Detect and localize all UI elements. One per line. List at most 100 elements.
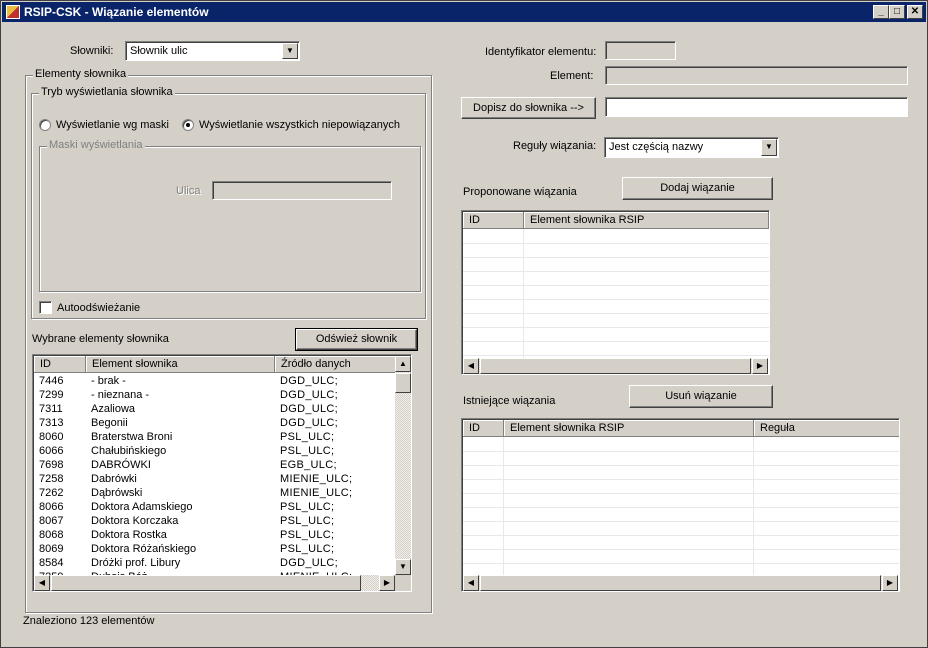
radio-mask-label[interactable]: Wyświetlanie wg maski [56, 119, 169, 131]
cell-id: 8060 [39, 431, 64, 443]
table-row[interactable]: 7311 Azaliowa DGD_ULC; [34, 402, 395, 416]
cell-element: Dąbrówski [91, 487, 143, 499]
masks-group: Maski wyświetlania [39, 139, 421, 292]
selected-elements-label: Wybrane elementy słownika [32, 333, 169, 345]
radio-all-label[interactable]: Wyświetlanie wszystkich niepowiązanych [199, 119, 400, 131]
cell-source: DGD_ULC; [280, 403, 339, 415]
column-header-id[interactable]: ID [463, 420, 504, 437]
cell-source: PSL_ULC; [280, 543, 335, 555]
scroll-right-icon[interactable]: ▶ [379, 575, 395, 591]
cell-source: EGB_ULC; [280, 459, 337, 471]
table-row[interactable]: 6066 Chałubińskiego PSL_ULC; [34, 444, 395, 458]
table-row[interactable]: 8060 Braterstwa Broni PSL_ULC; [34, 430, 395, 444]
proposed-hscroll-thumb[interactable] [480, 358, 751, 374]
append-to-dictionary-button[interactable]: Dopisz do słownika --> [461, 97, 596, 119]
street-label: Ulica [176, 185, 201, 197]
radio-mask[interactable] [39, 119, 51, 131]
cell-source: PSL_ULC; [280, 445, 335, 457]
column-header-rule[interactable]: Reguła [754, 420, 899, 437]
size-grip [395, 575, 411, 591]
table-row[interactable]: 7698 DABRÓWKI EGB_ULC; [34, 458, 395, 472]
cell-id: 7311 [39, 403, 63, 415]
table-row[interactable]: 8069 Doktora Różańskiego PSL_ULC; [34, 542, 395, 556]
scroll-down-icon[interactable]: ▼ [395, 559, 411, 575]
chevron-down-icon[interactable]: ▼ [282, 43, 298, 59]
add-binding-button[interactable]: Dodaj wiązanie [622, 177, 773, 200]
cell-source: DGD_ULC; [280, 389, 339, 401]
empty-row [463, 452, 899, 466]
cell-source: PSL_ULC; [280, 515, 335, 527]
existing-bindings-table[interactable]: ID Element słownika RSIP Reguła ◀ ▶ [461, 418, 900, 592]
table-row[interactable]: 8068 Doktora Rostka PSL_ULC; [34, 528, 395, 542]
empty-row [463, 550, 899, 564]
cell-id: 8069 [39, 543, 64, 555]
existing-hscroll-thumb[interactable] [480, 575, 881, 591]
empty-row [463, 508, 899, 522]
existing-hscroll[interactable]: ◀ ▶ [463, 575, 898, 591]
empty-row [463, 438, 899, 452]
cell-element: Dróżki prof. Libury [91, 557, 181, 569]
scroll-up-icon[interactable]: ▲ [395, 356, 411, 372]
refresh-dictionary-button[interactable]: Odśwież słownik [295, 328, 418, 351]
scroll-right-icon[interactable]: ▶ [752, 358, 768, 374]
table-row[interactable]: 7313 Begonii DGD_ULC; [34, 416, 395, 430]
minimize-button[interactable]: _ [873, 5, 889, 19]
table-row[interactable]: 7262 Dąbrówski MIENIE_ULC; [34, 486, 395, 500]
cell-element: - brak - [91, 375, 126, 387]
cell-element: Braterstwa Broni [91, 431, 173, 443]
column-header-rsip-element[interactable]: Element słownika RSIP [524, 212, 769, 229]
masks-group-title: Maski wyświetlania [47, 139, 145, 151]
dictionary-vscroll-thumb[interactable] [395, 373, 411, 393]
cell-element: Doktora Korczaka [91, 515, 179, 527]
street-input[interactable] [212, 181, 392, 200]
table-row[interactable]: 8584 Dróżki prof. Libury DGD_ULC; [34, 556, 395, 570]
proposed-hscroll[interactable]: ◀ ▶ [463, 358, 768, 374]
rules-select[interactable]: Jest częścią nazwy ▼ [604, 137, 779, 158]
remove-binding-button[interactable]: Usuń wiązanie [629, 385, 773, 408]
scroll-right-icon[interactable]: ▶ [882, 575, 898, 591]
column-divider [503, 437, 504, 575]
append-input[interactable] [605, 97, 908, 117]
cell-source: DGD_ULC; [280, 375, 339, 387]
column-header-element[interactable]: Element słownika [86, 356, 275, 373]
scroll-left-icon[interactable]: ◀ [463, 575, 479, 591]
cell-source: MIENIE_ULC; [280, 487, 353, 499]
chevron-down-icon[interactable]: ▼ [761, 139, 777, 156]
autorefresh-checkbox[interactable] [39, 301, 52, 314]
empty-row [463, 328, 769, 342]
empty-row [463, 466, 899, 480]
dictionary-hscroll-thumb[interactable] [51, 575, 361, 591]
scroll-left-icon[interactable]: ◀ [463, 358, 479, 374]
autorefresh-label[interactable]: Autoodświeżanie [57, 302, 140, 314]
existing-bindings-label: Istniejące wiązania [463, 395, 556, 407]
cell-source: PSL_ULC; [280, 431, 335, 443]
proposed-bindings-table[interactable]: ID Element słownika RSIP ◀ ▶ [461, 210, 770, 375]
cell-element: Doktora Rostka [91, 529, 167, 541]
cell-source: DGD_ULC; [280, 557, 339, 569]
cell-id: 6066 [39, 445, 64, 457]
dictionary-select[interactable]: Słownik ulic ▼ [125, 41, 300, 61]
maximize-button[interactable]: □ [889, 5, 905, 19]
close-button[interactable]: ✕ [907, 5, 923, 19]
radio-all[interactable] [182, 119, 194, 131]
cell-element: Azaliowa [91, 403, 136, 415]
cell-id: 7262 [39, 487, 64, 499]
column-header-id[interactable]: ID [34, 356, 86, 373]
table-row[interactable]: 7258 Dabrówki MIENIE_ULC; [34, 472, 395, 486]
cell-id: 8584 [39, 557, 64, 569]
scroll-left-icon[interactable]: ◀ [34, 575, 50, 591]
table-row[interactable]: 8066 Doktora Adamskiego PSL_ULC; [34, 500, 395, 514]
column-header-source[interactable]: Źródło danych [275, 356, 396, 373]
title-bar[interactable]: RSIP-CSK - Wiązanie elementów _ □ ✕ [2, 2, 926, 22]
column-header-rsip-element[interactable]: Element słownika RSIP [504, 420, 754, 437]
empty-row [463, 272, 769, 286]
table-row[interactable]: 7446 - brak - DGD_ULC; [34, 374, 395, 388]
column-header-id[interactable]: ID [463, 212, 524, 229]
cell-id: 7446 [39, 375, 64, 387]
dictionary-vscroll[interactable]: ▲ ▼ [395, 356, 411, 575]
dictionary-hscroll[interactable]: ◀ ▶ [34, 575, 395, 591]
dictionary-table[interactable]: ID Element słownika Źródło danych 7446 - … [32, 354, 412, 592]
table-row[interactable]: 8067 Doktora Korczaka PSL_ULC; [34, 514, 395, 528]
table-row[interactable]: 7299 - nieznana - DGD_ULC; [34, 388, 395, 402]
cell-id: 8067 [39, 515, 64, 527]
